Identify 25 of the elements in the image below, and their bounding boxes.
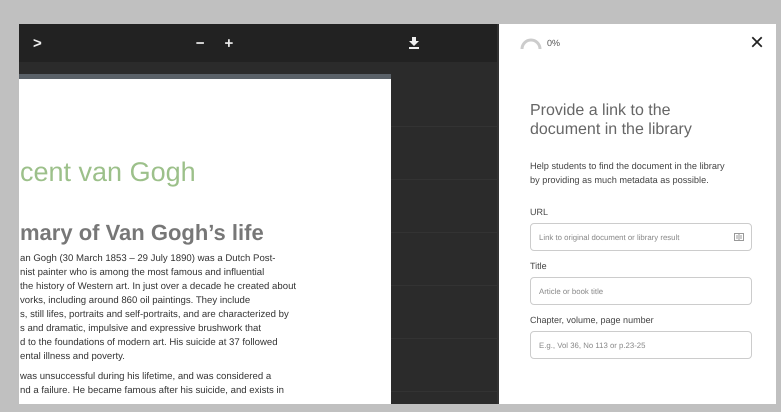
zoom-out-button[interactable]: − bbox=[192, 32, 209, 54]
text-line: was unsuccessful during his lifetime, and was considered a bbox=[20, 370, 272, 384]
text-line: nist painter who is among the most famous and influential bbox=[20, 266, 266, 280]
zoom-in-button[interactable]: + bbox=[220, 32, 238, 54]
text-line: s, still lifes, portraits and self-portraits, and are characterized by bbox=[20, 308, 290, 322]
text-line: d to the foundations of modern art. His suicide at 37 followed bbox=[20, 336, 279, 350]
field-label: URL bbox=[530, 207, 550, 217]
text-line: an Gogh (30 March 1853 – 29 July 1890) was a Dutch Post- bbox=[20, 252, 276, 266]
document-title: cent van Gogh bbox=[20, 157, 197, 188]
text-line: s and dramatic, impulsive and expressive brushwork that bbox=[20, 322, 262, 336]
text-line: nd a failure. He became famous after his suicide, and exists in bbox=[20, 384, 285, 398]
text-line: ental illness and poverty. bbox=[20, 350, 126, 364]
text-line: the history of Western art. In just over a decade he created about bbox=[20, 280, 298, 294]
download-icon[interactable] bbox=[407, 35, 421, 51]
close-button[interactable]: × bbox=[748, 33, 766, 53]
field-label: Chapter, volume, page number bbox=[530, 315, 655, 325]
progress-reading: 0% bbox=[547, 38, 560, 48]
panel-title: Provide a link to the document in the library bbox=[530, 101, 693, 139]
text-line: vorks, including around 860 oil paintings. They include bbox=[20, 294, 252, 308]
help-text: Help students to find the document in the library by providing as much metadata as possible. bbox=[530, 160, 726, 187]
field-label: Title bbox=[530, 261, 548, 271]
document-heading: mary of Van Gogh’s life bbox=[20, 220, 265, 246]
next-page-button[interactable]: > bbox=[29, 32, 46, 54]
book-icon[interactable] bbox=[734, 233, 744, 241]
gauge-icon bbox=[520, 38, 542, 48]
